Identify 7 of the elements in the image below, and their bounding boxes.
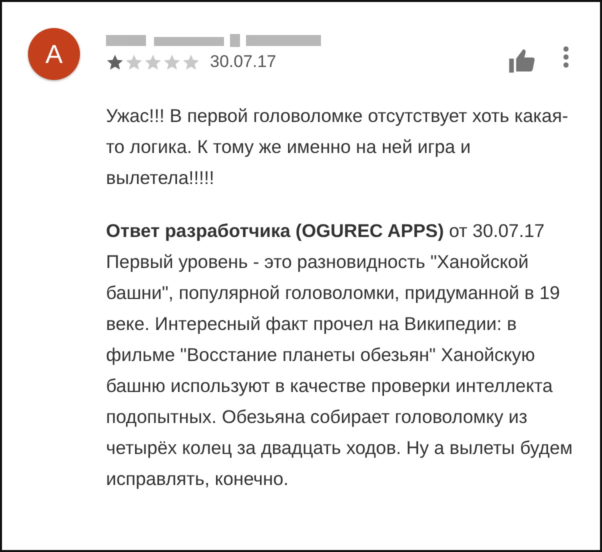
reply-heading: Ответ разработчика (OGUREC APPS) от 30.07.17 <box>106 219 546 243</box>
more-options-icon[interactable] <box>562 46 570 68</box>
thumbs-up-icon[interactable] <box>508 48 536 74</box>
review-date: 30.07.17 <box>210 52 276 72</box>
reply-text: Первый уровень - это разновидность "Ханойской башни", популярной головоломки, придуманной в 19 веке. Интересный факт прочел на Википедии: в фильме "Восстание планеты обезьян" Ханойскую башню используют в качестве проверки интеллекта подопытных. Обезьяна собирает головоломку из четырёх колец за двадцать ходов. Ну а вылеты будем исправлять, конечно. <box>106 250 574 491</box>
review-text: Ужас!!! В первой головоломке отсутствует хоть какая-то логика. К тому же именно на ней игра и вылетела!!!!! <box>106 104 570 190</box>
avatar: A <box>28 28 80 80</box>
